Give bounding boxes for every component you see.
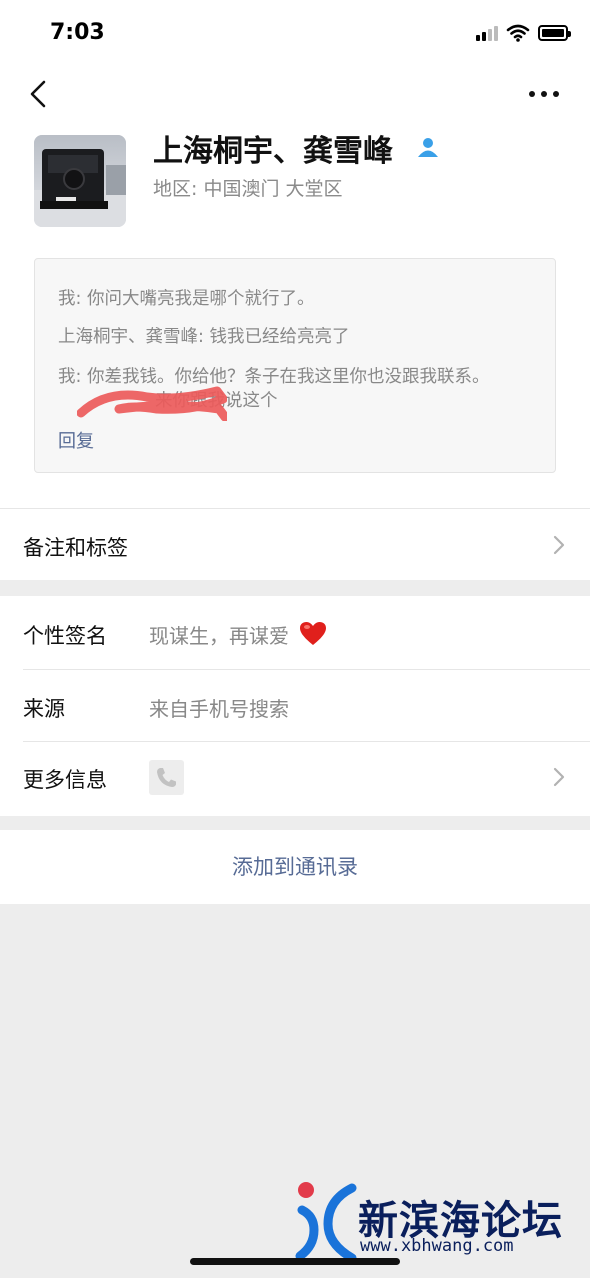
watermark-url: www.xbhwang.com [360,1236,514,1256]
message-line: 我: 你问大嘴亮我是哪个就行了。 [58,289,315,309]
info-group: 个性签名 现谋生，再谋爱 来源 来自手机号搜索 更多信息 [0,596,590,816]
back-chevron-icon[interactable] [22,76,58,112]
more-info-row[interactable]: 更多信息 [0,742,590,816]
remarks-tags-label: 备注和标签 [23,536,128,560]
battery-icon [538,25,571,41]
region-text: 地区: 中国澳门 大堂区 [153,178,343,200]
message-line: 来你跟我说这个 [155,391,278,411]
more-info-label: 更多信息 [23,768,107,792]
divider [0,508,590,509]
avatar[interactable] [34,135,126,227]
phone-icon [149,760,184,795]
divider [23,669,590,670]
status-icons [476,24,571,42]
add-to-contacts-button[interactable]: 添加到通讯录 [0,830,590,904]
chevron-right-icon [553,767,565,787]
forum-logo-icon [295,1182,357,1260]
contact-person-icon [418,138,438,157]
signature-text: 现谋生，再谋爱 [149,624,289,648]
home-indicator[interactable] [190,1258,400,1265]
message-line: 我: 你差我钱。你给他？条子在我这里你也没跟我联系。 [58,367,490,387]
more-options-icon[interactable] [522,82,566,106]
signal-icon [476,25,498,41]
message-line: 上海桐宇、龚雪峰: 钱我已经给亮亮了 [58,327,350,347]
reply-link[interactable]: 回复 [58,427,94,453]
contact-name: 上海桐宇、龚雪峰 [153,134,393,169]
avatar-image [34,135,126,227]
heart-icon [300,622,327,645]
chevron-right-icon [553,535,565,555]
wifi-icon [506,24,530,42]
signature-label: 个性签名 [23,624,107,648]
source-value: 来自手机号搜索 [149,697,289,721]
status-time: 7:03 [50,20,105,45]
message-preview-box: 我: 你问大嘴亮我是哪个就行了。 上海桐宇、龚雪峰: 钱我已经给亮亮了 我: 你… [34,258,556,473]
signature-value: 现谋生，再谋爱 [149,620,327,649]
remarks-tags-row[interactable]: 备注和标签 [0,508,590,580]
source-label: 来源 [23,697,65,721]
